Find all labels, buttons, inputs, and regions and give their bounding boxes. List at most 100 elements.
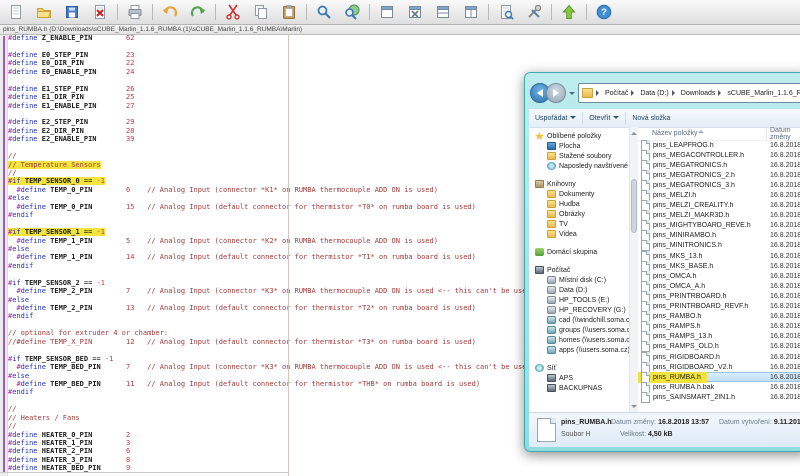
new-file-icon[interactable] xyxy=(8,4,24,20)
sidebar-item-homes-users-soma-cz[interactable]: homes (\\users.soma.cz) xyxy=(529,335,629,345)
column-header-date[interactable]: Datum změny xyxy=(770,127,800,141)
save-file-icon[interactable] xyxy=(64,4,80,20)
file-row[interactable]: pins_OMCA.h16.8.2018 13:57 xyxy=(638,271,800,281)
file-row[interactable]: pins_MIGHTYBOARD_REVE.h16.8.2018 13:57 xyxy=(638,221,800,231)
sidebar-item-apps-users-soma-cz-z[interactable]: apps (\\users.soma.cz) (Z xyxy=(529,345,629,355)
breadcrumb-separator-icon[interactable] xyxy=(631,90,637,96)
new-window-icon[interactable] xyxy=(379,4,395,20)
sidebar-item-po-ta[interactable]: Počítač xyxy=(529,265,629,275)
file-row[interactable]: pins_MEGATRONICS_3.h16.8.2018 13:57 xyxy=(638,180,800,190)
scroll-down-icon[interactable] xyxy=(631,405,637,411)
file-row[interactable]: pins_MELZI.h16.8.2018 13:57 xyxy=(638,190,800,200)
file-name: pins_LEAPFROG.h xyxy=(653,142,714,149)
file-row[interactable]: pins_RAMPS_13.h16.8.2018 13:57 xyxy=(638,332,800,342)
file-row[interactable]: pins_LEAPFROG.h16.8.2018 13:57 xyxy=(638,140,800,150)
file-row[interactable]: pins_RUMBA.h16.8.2018 13:57 xyxy=(638,372,800,382)
tile-horizontal-icon[interactable] xyxy=(435,4,451,20)
tile-vertical-icon[interactable] xyxy=(463,4,479,20)
file-date: 16.8.2018 13:57 xyxy=(770,394,800,401)
undo-icon[interactable] xyxy=(162,4,178,20)
scrollbar-thumb[interactable] xyxy=(631,179,637,233)
sidebar-item-plocha[interactable]: Plocha xyxy=(529,141,629,151)
navigation-scrollbar[interactable] xyxy=(629,127,638,413)
sidebar-item-naposledy-nav-t-ven[interactable]: Naposledy navštívené xyxy=(529,161,629,171)
file-row[interactable]: pins_MEGACONTROLLER.h16.8.2018 13:57 xyxy=(638,150,800,160)
file-row[interactable]: pins_PRINTRBOARD.h16.8.2018 13:57 xyxy=(638,291,800,301)
new-folder-button[interactable]: Nová složka xyxy=(626,109,676,127)
sidebar-item-dokumenty[interactable]: Dokumenty xyxy=(529,189,629,199)
breadcrumb-segment[interactable]: sCUBE_Marlin_1.1.6_RUMBA (1) xyxy=(725,90,800,97)
copy-icon[interactable] xyxy=(253,4,269,20)
find-global-icon[interactable] xyxy=(344,4,360,20)
column-divider[interactable] xyxy=(766,128,767,139)
open-folder-icon[interactable] xyxy=(36,4,52,20)
file-row[interactable]: pins_MKS_BASE.h16.8.2018 13:57 xyxy=(638,261,800,271)
scroll-up-icon[interactable] xyxy=(631,129,637,135)
breadcrumb-separator-icon[interactable] xyxy=(718,90,724,96)
file-row[interactable]: pins_RAMBO.h16.8.2018 13:57 xyxy=(638,312,800,322)
file-row[interactable]: pins_RAMPS.h16.8.2018 13:57 xyxy=(638,322,800,332)
file-name: pins_RAMPS_OLD.h xyxy=(653,343,719,350)
explorer-body: Uspořádat Otevřít Nová složka Oblíbené p… xyxy=(529,109,800,447)
sidebar-item-label: Obrázky xyxy=(559,211,585,218)
file-name: pins_RUMBA.h xyxy=(653,374,701,381)
file-row[interactable]: pins_RIGIDBOARD.h16.8.2018 13:57 xyxy=(638,352,800,362)
file-row[interactable]: pins_RAMPS_OLD.h16.8.2018 13:57 xyxy=(638,342,800,352)
sidebar-item-hp-tools-e[interactable]: HP_TOOLS (E:) xyxy=(529,295,629,305)
sidebar-item-obl-ben-polo-ky[interactable]: Oblíbené položky xyxy=(529,131,629,141)
print-icon[interactable] xyxy=(127,4,143,20)
file-row[interactable]: pins_MINITRONICS.h16.8.2018 13:57 xyxy=(638,241,800,251)
find-icon[interactable] xyxy=(316,4,332,20)
column-header-name[interactable]: Název položky xyxy=(652,130,698,137)
file-row[interactable]: pins_MEGATRONICS.h16.8.2018 13:57 xyxy=(638,160,800,170)
nav-spacer xyxy=(529,171,629,179)
file-row[interactable]: pins_MELZI_CREALITY.h16.8.2018 13:57 xyxy=(638,201,800,211)
sidebar-item-backupnas[interactable]: BACKUPNAS xyxy=(529,383,629,393)
sidebar-item-s[interactable]: Síť xyxy=(529,363,629,373)
sidebar-item-label: Oblíbené položky xyxy=(547,133,601,140)
sidebar-item-groups-users-soma-cz[interactable]: groups (\\users.soma.cz) xyxy=(529,325,629,335)
folder-icon xyxy=(547,190,556,198)
breadcrumb-segment[interactable]: Downloads xyxy=(679,90,718,97)
sidebar-item-m-stn-disk-c[interactable]: Místní disk (C:) xyxy=(529,275,629,285)
breadcrumb-separator-icon[interactable] xyxy=(672,90,678,96)
sidebar-item-sta-en-soubory[interactable]: Stažené soubory xyxy=(529,151,629,161)
cut-icon[interactable] xyxy=(225,4,241,20)
sidebar-item-obr-zky[interactable]: Obrázky xyxy=(529,209,629,219)
preview-icon[interactable] xyxy=(498,4,514,20)
file-row[interactable]: pins_OMCA_A.h16.8.2018 13:57 xyxy=(638,281,800,291)
upload-icon[interactable] xyxy=(561,4,577,20)
sidebar-item-aps[interactable]: APS xyxy=(529,373,629,383)
redo-icon[interactable] xyxy=(190,4,206,20)
close-file-icon[interactable] xyxy=(92,4,108,20)
sidebar-item-tv[interactable]: TV xyxy=(529,219,629,229)
close-window-icon[interactable] xyxy=(407,4,423,20)
sidebar-item-cad-windchill-soma-cz[interactable]: cad (\\windchill.soma.cz) xyxy=(529,315,629,325)
file-date: 16.8.2018 13:57 xyxy=(770,263,800,270)
file-row[interactable]: pins_MELZI_MAKR3D.h16.8.2018 13:57 xyxy=(638,211,800,221)
file-row[interactable]: pins_RUMBA.h.bak16.8.2018 13:57 xyxy=(638,382,800,392)
sidebar-item-videa[interactable]: Videa xyxy=(529,229,629,239)
file-row[interactable]: pins_MEGATRONICS_2.h16.8.2018 13:57 xyxy=(638,170,800,180)
sidebar-item-hp-recovery-g[interactable]: HP_RECOVERY (G:) xyxy=(529,305,629,315)
breadcrumb-segment[interactable]: Data (D:) xyxy=(638,90,670,97)
file-row[interactable]: pins_SAINSMART_2IN1.h16.8.2018 13:57 xyxy=(638,392,800,402)
breadcrumb-segment[interactable]: Počítač xyxy=(603,90,630,97)
tools-icon[interactable] xyxy=(526,4,542,20)
paste-icon[interactable] xyxy=(281,4,297,20)
file-row[interactable]: pins_PRINTRBOARD_REVF.h16.8.2018 13:57 xyxy=(638,302,800,312)
file-row[interactable]: pins_RIGIDBOARD_V2.h16.8.2018 13:57 xyxy=(638,362,800,372)
details-modified: Datum změny: 16.8.2018 13:57 xyxy=(611,419,709,426)
sidebar-item-knihovny[interactable]: Knihovny xyxy=(529,179,629,189)
file-row[interactable]: pins_MINIRAMBO.h16.8.2018 13:57 xyxy=(638,231,800,241)
file-row[interactable]: pins_MKS_13.h16.8.2018 13:57 xyxy=(638,251,800,261)
organize-button[interactable]: Uspořádat xyxy=(529,109,582,127)
sidebar-item-data-d[interactable]: Data (D:) xyxy=(529,285,629,295)
forward-button[interactable] xyxy=(546,83,566,103)
breadcrumb[interactable]: Počítač Data (D:) Downloads sCUBE_Marlin_1.… xyxy=(578,83,800,103)
help-icon[interactable]: ? xyxy=(596,4,612,20)
sidebar-item-hudba[interactable]: Hudba xyxy=(529,199,629,209)
history-dropdown-icon[interactable] xyxy=(569,92,575,98)
sidebar-item-dom-c-skupina[interactable]: Domácí skupina xyxy=(529,247,629,257)
open-button[interactable]: Otevřít xyxy=(583,109,625,127)
